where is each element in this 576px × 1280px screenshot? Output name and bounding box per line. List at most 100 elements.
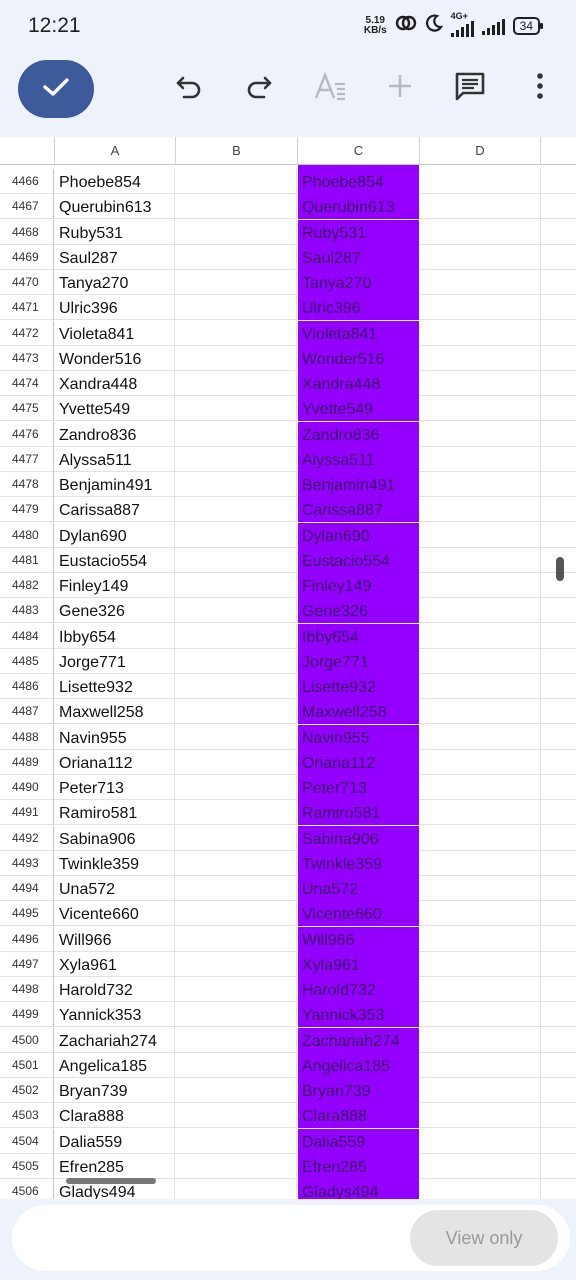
cell-c[interactable]: Efren285	[298, 1154, 419, 1179]
cell-d[interactable]	[420, 245, 541, 270]
cell-d[interactable]	[420, 699, 541, 724]
cell-d[interactable]	[420, 775, 541, 800]
row-number[interactable]: 4471	[0, 295, 54, 320]
cell-b[interactable]	[176, 1179, 297, 1199]
cell-a[interactable]: Oriana112	[55, 750, 175, 775]
cell-c[interactable]: Xandra448	[298, 371, 419, 396]
row-number[interactable]: 4468	[0, 220, 54, 245]
cell-b[interactable]	[176, 826, 297, 851]
row-number[interactable]: 4506	[0, 1179, 54, 1199]
cell-a[interactable]: Lisette932	[55, 674, 175, 699]
cell-a[interactable]: Navin955	[55, 725, 175, 750]
horizontal-scrollbar[interactable]	[66, 1178, 156, 1184]
select-all-corner[interactable]	[0, 137, 55, 164]
cell-d[interactable]	[420, 927, 541, 952]
sheet-grid[interactable]: 4466 Phoebe854 Phoebe854 4467 Querubin613 Que…	[0, 165, 576, 1199]
cell-a[interactable]: Angelica185	[55, 1053, 175, 1078]
cell-c[interactable]: Will966	[298, 927, 419, 952]
cell-d[interactable]	[420, 194, 541, 219]
cell-d[interactable]	[420, 901, 541, 926]
cell-b[interactable]	[176, 1078, 297, 1103]
row-number[interactable]: 4483	[0, 598, 54, 623]
cell-d[interactable]	[420, 220, 541, 245]
cell-a[interactable]: Yvette549	[55, 396, 175, 421]
cell-a[interactable]: Maxwell258	[55, 699, 175, 724]
row-number[interactable]: 4498	[0, 977, 54, 1002]
cell-c[interactable]: Dylan690	[298, 523, 419, 548]
cell-b[interactable]	[176, 447, 297, 472]
cell-c[interactable]: Phoebe854	[298, 169, 419, 194]
row-number[interactable]: 4502	[0, 1078, 54, 1103]
row-number[interactable]: 4495	[0, 901, 54, 926]
cell-b[interactable]	[176, 1129, 297, 1154]
row-number[interactable]: 4474	[0, 371, 54, 396]
row-number[interactable]: 4478	[0, 472, 54, 497]
cell-c[interactable]: Dalia559	[298, 1129, 419, 1154]
cell-b[interactable]	[176, 927, 297, 952]
cell-c[interactable]: Violeta841	[298, 321, 419, 346]
cell-a[interactable]: Xandra448	[55, 371, 175, 396]
row-number[interactable]: 4473	[0, 346, 54, 371]
cell-b[interactable]	[176, 624, 297, 649]
cell-a[interactable]: Ulric396	[55, 295, 175, 320]
cell-c[interactable]: Navin955	[298, 725, 419, 750]
cell-d[interactable]	[420, 1179, 541, 1199]
cell-d[interactable]	[420, 826, 541, 851]
cell-a[interactable]: Carissa887	[55, 497, 175, 522]
cell-a[interactable]: Ramiro581	[55, 800, 175, 825]
row-number[interactable]: 4469	[0, 245, 54, 270]
cell-a[interactable]: Xyla961	[55, 952, 175, 977]
cell-b[interactable]	[176, 422, 297, 447]
cell-b[interactable]	[176, 901, 297, 926]
cell-d[interactable]	[420, 750, 541, 775]
cell-d[interactable]	[420, 977, 541, 1002]
cell-d[interactable]	[420, 497, 541, 522]
column-header-a[interactable]: A	[55, 137, 176, 164]
cell-b[interactable]	[176, 851, 297, 876]
cell-c[interactable]: Ibby654	[298, 624, 419, 649]
cell-b[interactable]	[176, 800, 297, 825]
comment-button[interactable]	[452, 70, 488, 106]
cell-a[interactable]: Una572	[55, 876, 175, 901]
cell-b[interactable]	[176, 750, 297, 775]
cell-d[interactable]	[420, 371, 541, 396]
cell-a[interactable]: Harold732	[55, 977, 175, 1002]
cell-a[interactable]: Efren285	[55, 1154, 175, 1179]
cell-a[interactable]: Gene326	[55, 598, 175, 623]
row-number[interactable]: 4476	[0, 422, 54, 447]
cell-c[interactable]: Ulric396	[298, 295, 419, 320]
cell-d[interactable]	[420, 624, 541, 649]
cell-c[interactable]: Lisette932	[298, 674, 419, 699]
cell-a[interactable]: Ibby654	[55, 624, 175, 649]
cell-d[interactable]	[420, 447, 541, 472]
cell-c[interactable]: Oriana112	[298, 750, 419, 775]
row-number[interactable]: 4504	[0, 1129, 54, 1154]
row-number[interactable]: 4488	[0, 725, 54, 750]
done-button[interactable]	[18, 60, 94, 118]
cell-d[interactable]	[420, 472, 541, 497]
cell-c[interactable]: Sabina906	[298, 826, 419, 851]
cell-d[interactable]	[420, 851, 541, 876]
row-number[interactable]: 4477	[0, 447, 54, 472]
cell-b[interactable]	[176, 1154, 297, 1179]
cell-a[interactable]: Zachariah274	[55, 1028, 175, 1053]
cell-b[interactable]	[176, 169, 297, 194]
row-number[interactable]: 4499	[0, 1002, 54, 1027]
cell-a[interactable]: Violeta841	[55, 321, 175, 346]
cell-d[interactable]	[420, 800, 541, 825]
row-number[interactable]: 4500	[0, 1028, 54, 1053]
column-header-e[interactable]	[541, 137, 576, 164]
column-header-d[interactable]: D	[420, 137, 541, 164]
row-number[interactable]: 4493	[0, 851, 54, 876]
cell-c[interactable]: Wonder516	[298, 346, 419, 371]
cell-b[interactable]	[176, 321, 297, 346]
cell-a[interactable]: Tanya270	[55, 270, 175, 295]
row-number[interactable]: 4503	[0, 1103, 54, 1128]
cell-b[interactable]	[176, 270, 297, 295]
row-number[interactable]: 4479	[0, 497, 54, 522]
cell-a[interactable]: Dalia559	[55, 1129, 175, 1154]
cell-c[interactable]: Angelica185	[298, 1053, 419, 1078]
cell-c[interactable]: Una572	[298, 876, 419, 901]
cell-c[interactable]: Alyssa511	[298, 447, 419, 472]
cell-c[interactable]: Maxwell258	[298, 699, 419, 724]
